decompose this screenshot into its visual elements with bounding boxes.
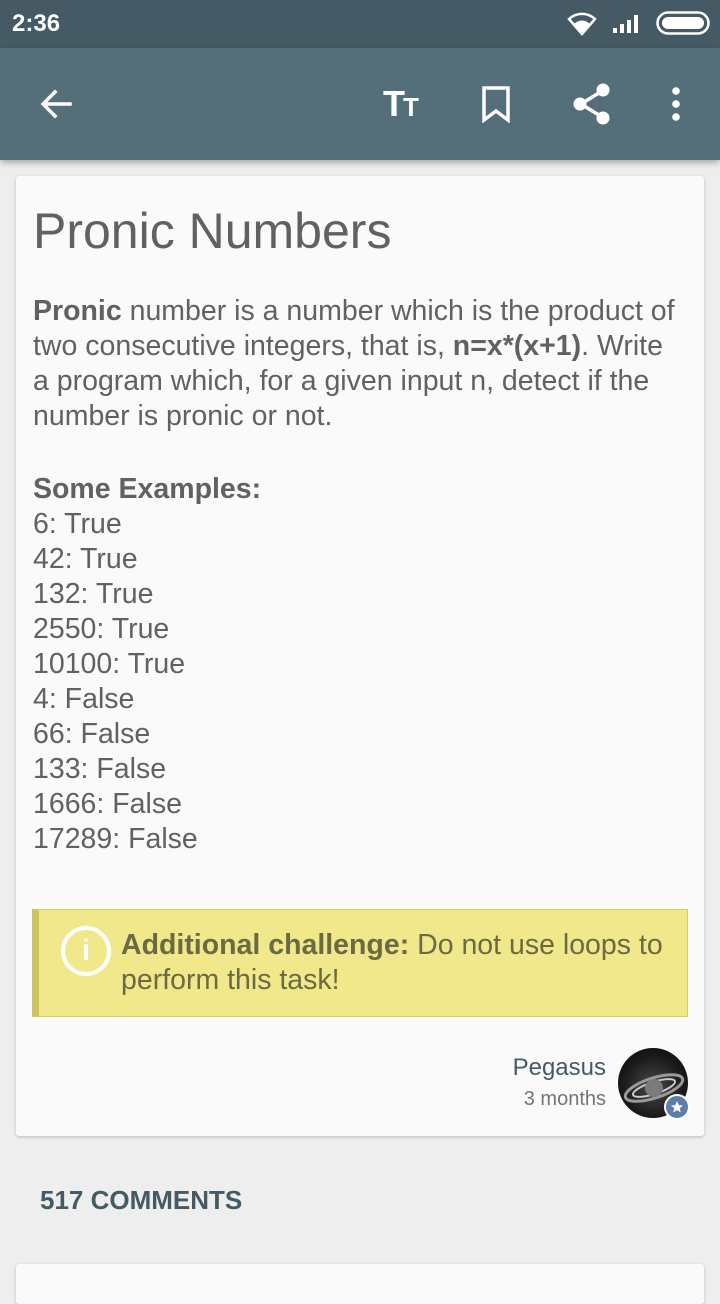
callout-bold: Additional challenge: — [121, 929, 410, 961]
example-line: 4: False — [33, 683, 135, 715]
text-size-icon: TT — [383, 83, 419, 124]
example-line: 66: False — [33, 718, 151, 750]
back-button[interactable] — [24, 48, 88, 160]
status-icons — [566, 10, 710, 36]
app-bar: TT — [0, 48, 720, 160]
bookmark-icon — [482, 86, 510, 123]
challenge-description: Pronic number is a number which is the p… — [33, 294, 683, 434]
status-bar: 2:36 — [0, 0, 720, 48]
examples-heading: Some Examples: — [33, 473, 262, 505]
challenge-title: Pronic Numbers — [33, 203, 392, 259]
example-line: 133: False — [33, 753, 167, 785]
battery-icon — [656, 11, 710, 35]
formula: n=x*(x+1) — [452, 330, 582, 362]
post-time: 3 months — [523, 1088, 606, 1110]
text-size-button[interactable]: TT — [368, 48, 432, 160]
example-line: 6: True — [33, 508, 122, 540]
badge-star-icon — [664, 1094, 690, 1120]
share-button[interactable] — [560, 48, 624, 160]
callout-text: Additional challenge: Do not use loops t… — [121, 928, 681, 998]
example-line: 2550: True — [33, 613, 170, 645]
challenge-callout: i Additional challenge: Do not use loops… — [32, 909, 688, 1017]
info-icon: i — [61, 926, 111, 976]
status-time: 2:36 — [12, 10, 61, 37]
arrow-left-icon — [40, 89, 72, 119]
comment-card — [16, 1264, 704, 1304]
share-icon — [573, 83, 610, 125]
author-name[interactable]: Pegasus — [513, 1054, 606, 1082]
pronic-keyword: Pronic — [33, 295, 122, 327]
example-line: 10100: True — [33, 648, 186, 680]
example-line: 1666: False — [33, 788, 182, 820]
challenge-card: Pronic Numbers Pronic number is a number… — [16, 176, 704, 1136]
example-line: 132: True — [33, 578, 154, 610]
wifi-icon — [567, 12, 597, 36]
examples-block: Some Examples: 6: True 42: True 132: Tru… — [33, 472, 261, 857]
comments-count[interactable]: 517 COMMENTS — [40, 1185, 242, 1216]
example-line: 17289: False — [33, 823, 198, 855]
more-options-button[interactable] — [644, 48, 708, 160]
more-vert-icon — [672, 87, 680, 121]
example-line: 42: True — [33, 543, 138, 575]
bookmark-button[interactable] — [464, 48, 528, 160]
signal-icon — [613, 15, 638, 33]
avatar[interactable] — [618, 1048, 690, 1120]
